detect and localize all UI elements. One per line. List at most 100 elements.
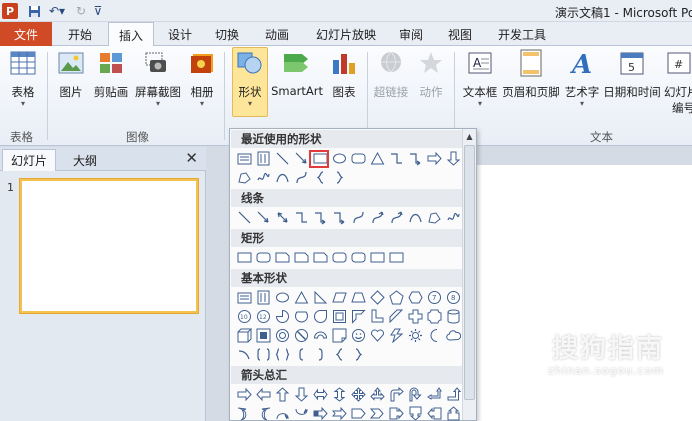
arcline-shape-icon[interactable]: [236, 346, 253, 363]
stripedright-shape-icon[interactable]: [312, 405, 329, 421]
elbow-shape-icon[interactable]: [293, 209, 310, 226]
slide-number-button[interactable]: # 幻灯片 编号: [664, 48, 692, 116]
donut-shape-icon[interactable]: [274, 327, 291, 344]
triangle-shape-icon[interactable]: [293, 289, 310, 306]
curveddown-shape-icon[interactable]: [293, 405, 310, 421]
clipart-button[interactable]: 剪贴画: [92, 48, 130, 100]
picture-button[interactable]: 图片: [54, 48, 88, 100]
leftcallout-shape-icon[interactable]: [426, 405, 443, 421]
snipped-shape-icon[interactable]: [312, 249, 329, 266]
halfframe-shape-icon[interactable]: [350, 308, 367, 325]
pentarrow-shape-icon[interactable]: [350, 405, 367, 421]
diagstripe-shape-icon[interactable]: [388, 308, 405, 325]
triangle-shape-icon[interactable]: [369, 150, 386, 167]
tab-design[interactable]: 设计: [160, 22, 200, 46]
heptagon-shape-icon[interactable]: 7: [426, 289, 443, 306]
roundrect-shape-icon[interactable]: [350, 150, 367, 167]
rightarrow-shape-icon[interactable]: [236, 386, 253, 403]
parallelogram-shape-icon[interactable]: [331, 289, 348, 306]
uparrow-shape-icon[interactable]: [274, 386, 291, 403]
elbowarrow-shape-icon[interactable]: [331, 209, 348, 226]
textbox-shape-icon[interactable]: [236, 289, 253, 306]
gallery-scrollbar[interactable]: ▲: [462, 129, 476, 420]
rbrace-shape-icon[interactable]: [350, 346, 367, 363]
close-icon[interactable]: ✕: [185, 149, 198, 167]
curvedright-shape-icon[interactable]: [236, 405, 253, 421]
diamond-shape-icon[interactable]: [369, 289, 386, 306]
elbowarrow-shape-icon[interactable]: [312, 209, 329, 226]
bentup-shape-icon[interactable]: [445, 386, 462, 403]
decagon-shape-icon[interactable]: 10: [236, 308, 253, 325]
scroll-up-icon[interactable]: ▲: [463, 129, 476, 143]
tab-home[interactable]: 开始: [58, 22, 102, 46]
snipped-shape-icon[interactable]: [274, 249, 291, 266]
hexagon-shape-icon[interactable]: [407, 289, 424, 306]
plaque-shape-icon[interactable]: [426, 308, 443, 325]
leftarrow-shape-icon[interactable]: [255, 386, 272, 403]
cube-shape-icon[interactable]: [236, 327, 253, 344]
sun-shape-icon[interactable]: [407, 327, 424, 344]
freeform-shape-icon[interactable]: [236, 169, 253, 186]
moon-shape-icon[interactable]: [426, 327, 443, 344]
rect-shape-icon[interactable]: [388, 249, 405, 266]
elbow-shape-icon[interactable]: [388, 150, 405, 167]
rbrace-shape-icon[interactable]: [331, 169, 348, 186]
undo-icon[interactable]: ↶▾: [46, 3, 68, 19]
tab-outline[interactable]: 大纲: [60, 149, 110, 171]
dblarrow-shape-icon[interactable]: [274, 209, 291, 226]
rect-shape-icon[interactable]: [236, 249, 253, 266]
line-shape-icon[interactable]: [236, 209, 253, 226]
downarrow-shape-icon[interactable]: [293, 386, 310, 403]
tab-animations[interactable]: 动画: [255, 22, 299, 46]
blockarc-shape-icon[interactable]: [312, 327, 329, 344]
curvedup-shape-icon[interactable]: [274, 405, 291, 421]
shapes-button[interactable]: 形状 ▾: [232, 47, 268, 117]
lightning-shape-icon[interactable]: [388, 327, 405, 344]
can-shape-icon[interactable]: [445, 308, 462, 325]
snipped-shape-icon[interactable]: [293, 249, 310, 266]
foldcorner-shape-icon[interactable]: [331, 327, 348, 344]
tab-developer[interactable]: 开发工具: [490, 22, 554, 46]
scribble-shape-icon[interactable]: [255, 169, 272, 186]
rtriangle-shape-icon[interactable]: [312, 289, 329, 306]
lbracket-shape-icon[interactable]: [293, 346, 310, 363]
curvearrow-shape-icon[interactable]: [388, 209, 405, 226]
chord-shape-icon[interactable]: [293, 308, 310, 325]
pie-shape-icon[interactable]: [274, 308, 291, 325]
udarrow-shape-icon[interactable]: [331, 386, 348, 403]
tab-transitions[interactable]: 切换: [206, 22, 248, 46]
trapezoid-shape-icon[interactable]: [350, 289, 367, 306]
textbox-shape-icon[interactable]: [236, 150, 253, 167]
screenshot-button[interactable]: 屏幕截图 ▾: [134, 48, 182, 108]
tab-file[interactable]: 文件: [0, 22, 52, 46]
arrowline-shape-icon[interactable]: [255, 209, 272, 226]
tab-slideshow[interactable]: 幻灯片放映: [308, 22, 384, 46]
lbrace-shape-icon[interactable]: [331, 346, 348, 363]
pentagon-shape-icon[interactable]: [388, 289, 405, 306]
curvedleft-shape-icon[interactable]: [255, 405, 272, 421]
cross-shape-icon[interactable]: [407, 308, 424, 325]
arc-shape-icon[interactable]: [274, 169, 291, 186]
wordart-button[interactable]: A 艺术字 ▾: [564, 48, 600, 108]
tab-insert[interactable]: 插入: [108, 22, 154, 47]
header-footer-button[interactable]: 页眉和页脚: [502, 48, 560, 100]
customize-quick-access-icon[interactable]: ⊽: [92, 3, 104, 19]
freeform-shape-icon[interactable]: [426, 209, 443, 226]
scrollbar-thumb[interactable]: [464, 145, 475, 400]
uturn-shape-icon[interactable]: [407, 386, 424, 403]
oval-shape-icon[interactable]: [331, 150, 348, 167]
smartart-button[interactable]: SmartArt: [271, 48, 323, 98]
tab-review[interactable]: 审阅: [392, 22, 430, 46]
photo-album-button[interactable]: 相册 ▾: [186, 48, 218, 108]
table-button[interactable]: 表格 ▾: [6, 48, 40, 108]
chart-button[interactable]: 图表: [326, 48, 362, 100]
teardrop-shape-icon[interactable]: [312, 308, 329, 325]
upcallout-shape-icon[interactable]: [445, 405, 462, 421]
downcallout-shape-icon[interactable]: [407, 405, 424, 421]
arc-shape-icon[interactable]: [407, 209, 424, 226]
chevron-shape-icon[interactable]: [369, 405, 386, 421]
action-button[interactable]: 动作: [414, 48, 448, 100]
leftup-shape-icon[interactable]: [426, 386, 443, 403]
rightcallout-shape-icon[interactable]: [388, 405, 405, 421]
quadarrow-shape-icon[interactable]: [350, 386, 367, 403]
